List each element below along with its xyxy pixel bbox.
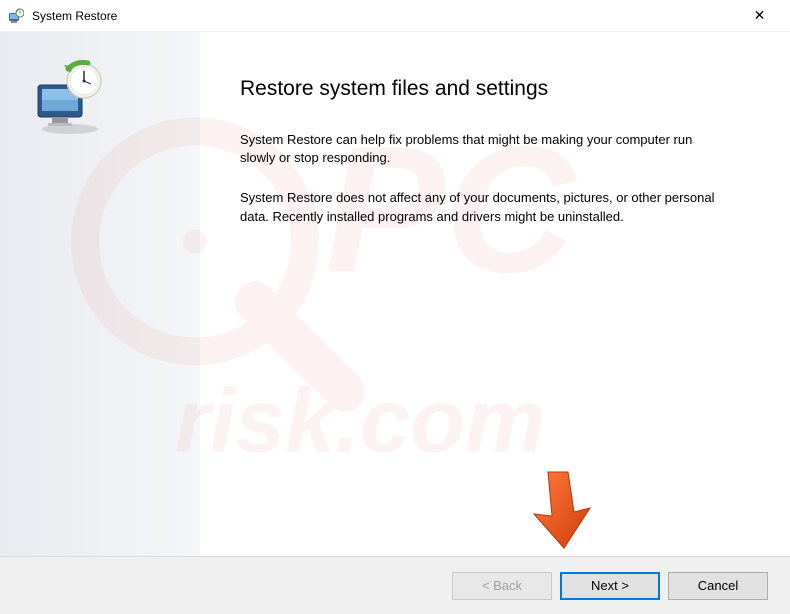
button-bar: < Back Next > Cancel [0,556,790,614]
wizard-main: Restore system files and settings System… [200,32,790,556]
intro-paragraph-1: System Restore can help fix problems tha… [240,131,730,167]
next-button[interactable]: Next > [560,572,660,600]
titlebar: System Restore ✕ [0,0,790,32]
back-button: < Back [452,572,552,600]
system-restore-icon [8,8,24,24]
system-restore-large-icon [30,124,110,141]
intro-paragraph-2: System Restore does not affect any of yo… [240,189,730,225]
cancel-button[interactable]: Cancel [668,572,768,600]
wizard-sidebar [0,32,200,556]
close-button[interactable]: ✕ [737,1,782,31]
page-heading: Restore system files and settings [240,77,740,101]
close-icon: ✕ [754,7,766,24]
window-title: System Restore [32,9,737,23]
content-area: Restore system files and settings System… [0,32,790,556]
